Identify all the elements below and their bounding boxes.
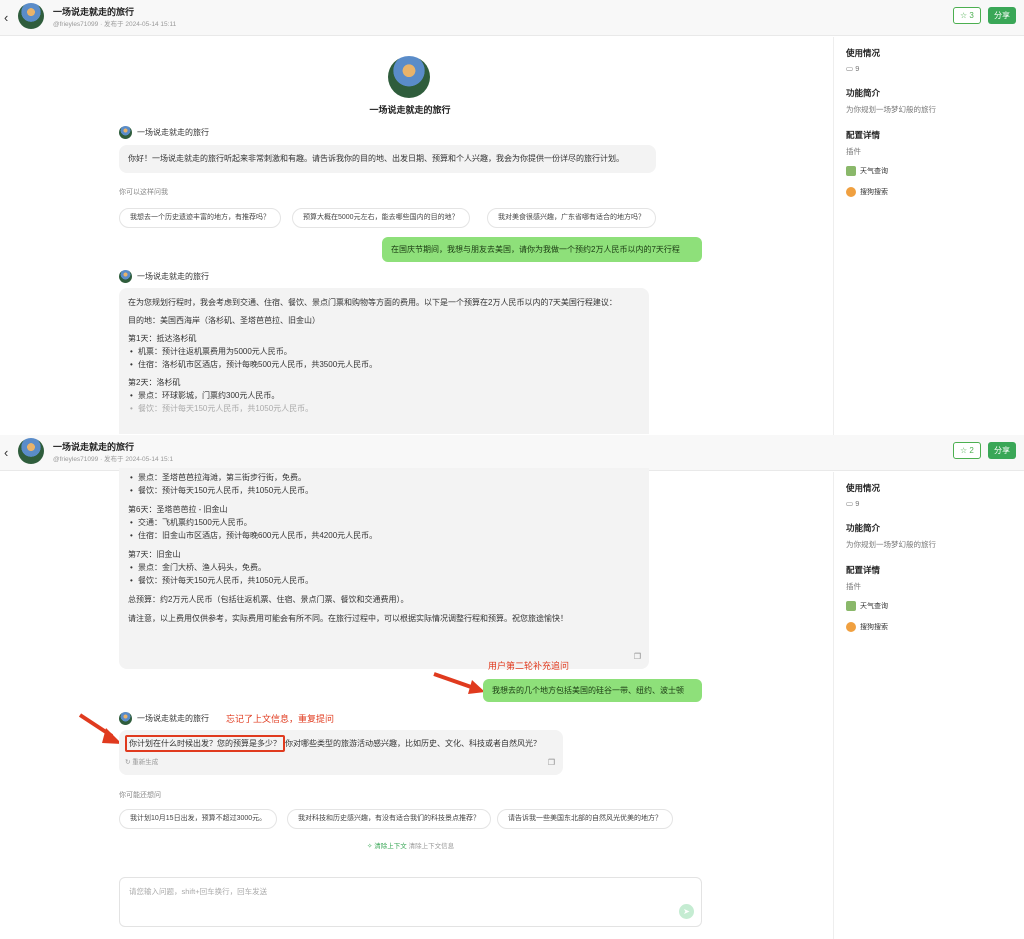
plan-item: 餐饮：预计每天150元人民币，共1050元人民币。 [128, 574, 640, 587]
chat-icon: ▭ [846, 64, 854, 73]
plan-item: 景点：金门大桥、渔人码头，免费。 [128, 561, 640, 574]
bot-name: 一场说走就走的旅行 [119, 126, 209, 139]
suggestion-chip[interactable]: 我对美食很感兴趣，广东省哪有适合的地方吗？ [487, 208, 656, 228]
config-title: 配置详情 [846, 130, 881, 140]
plan-day: 第2天：洛杉矶 [128, 378, 181, 387]
copy-icon[interactable]: ❐ [548, 756, 555, 769]
bot-title: 一场说走就走的旅行 [369, 105, 451, 115]
reply-rest: 你对哪些类型的旅游活动感兴趣，比如历史、文化、科技或者自然风光？ [285, 739, 541, 748]
intro-text: 为你规划一场梦幻般的旅行 [846, 105, 936, 114]
header-bottom: ‹ 一场说走就走的旅行 @frieyles71099 · 发布于 2024-05… [0, 435, 1024, 471]
weather-icon [846, 165, 856, 176]
annotation-arrow [433, 672, 485, 694]
bot-avatar [119, 712, 132, 725]
star-icon: ☆ [960, 446, 968, 455]
chat-input-box[interactable]: 请您输入问题，shift+回车换行，回车发送 ➤ [119, 877, 702, 927]
star-icon: ☆ [960, 11, 968, 20]
plan-item: 交通：飞机票约1500元人民币。 [128, 516, 640, 529]
suggest-label: 你可能还想问 [119, 792, 161, 799]
plan-item: 机票：预计往返机票费用为5000元人民币。 [128, 345, 640, 358]
back-icon[interactable]: ‹ [4, 445, 8, 460]
back-icon[interactable]: ‹ [4, 10, 8, 25]
share-button[interactable]: 分享 [988, 7, 1016, 24]
plan-item: 餐饮：预计每天150元人民币，共1050元人民币。 [128, 402, 640, 415]
usage-title: 使用情况 [846, 483, 881, 493]
plan-day: 第7天：旧金山 [128, 550, 181, 559]
intro-title: 功能简介 [846, 88, 881, 98]
reply-highlight: 你计划在什么时候出发？您的预算是多少？ [125, 735, 285, 752]
plan-day: 第1天：抵达洛杉矶 [128, 334, 197, 343]
suggestion-chip[interactable]: 我想去一个历史遗迹丰富的地方，有推荐吗？ [119, 208, 281, 228]
plugin-sogou[interactable]: 搜狗搜索 [846, 619, 1024, 634]
plugins-label: 插件 [846, 582, 861, 591]
suggestion-chip[interactable]: 我对科技和历史感兴趣，有没有适合我们的科技景点推荐？ [287, 809, 491, 829]
star-button[interactable]: ☆ 2 [953, 442, 981, 459]
annotation-followup: 用户第二轮补充追问 [488, 661, 570, 671]
greeting-message: 你好！一场说走就走的旅行听起来非常刺激和有趣。请告诉我你的目的地、出发日期、预算… [119, 145, 656, 173]
config-title: 配置详情 [846, 565, 881, 575]
annotation-forgot: 忘记了上文信息，重复提问 [226, 714, 335, 724]
share-button[interactable]: 分享 [988, 442, 1016, 459]
sidebar-top: 使用情况 ▭ 9 功能简介 为你规划一场梦幻般的旅行 配置详情 插件 天气查询 … [833, 37, 1024, 435]
copy-icon[interactable]: ❐ [634, 650, 641, 663]
plugin-sogou[interactable]: 搜狗搜索 [846, 184, 1024, 199]
usage-title: 使用情况 [846, 48, 881, 58]
bot-name: 一场说走就走的旅行 [119, 712, 209, 725]
plan-day: 第6天：圣塔芭芭拉 - 旧金山 [128, 505, 228, 514]
avatar [18, 438, 44, 464]
sogou-icon [846, 186, 856, 197]
sogou-icon [846, 621, 856, 632]
plan-item: 景点：环球影城，门票约300元人民币。 [128, 389, 640, 402]
sidebar-bottom: 使用情况 ▭ 9 功能简介 为你规划一场梦幻般的旅行 配置详情 插件 天气查询 … [833, 472, 1024, 939]
suggestion-chip[interactable]: 请告诉我一些美国东北部的自然风光优美的地方？ [497, 809, 673, 829]
bot-avatar [119, 270, 132, 283]
star-button[interactable]: ☆ 3 [953, 7, 981, 24]
chat-icon: ▭ [846, 499, 854, 508]
send-button[interactable]: ➤ [679, 904, 694, 919]
page-title: 一场说走就走的旅行 [53, 7, 135, 17]
plan-note: 请注意，以上费用仅供参考，实际费用可能会有所不同。在旅行过程中，可以根据实际情况… [128, 614, 568, 623]
user-message: 我想去的几个地方包括美国的硅谷一带、纽约、波士顿 [483, 679, 702, 702]
plan-item: 住宿：旧金山市区酒店，预计每晚600元人民币，共4200元人民币。 [128, 529, 640, 542]
usage-count: ▭ 9 [846, 64, 860, 73]
plan-message-continued: 景点：圣塔芭芭拉海滩，第三街步行街，免费。 餐饮：预计每天150元人民币，共10… [119, 468, 649, 669]
author-meta: @frieyles71099 · 发布于 2024-05-14 15:11 [53, 21, 177, 28]
suggestion-chip[interactable]: 我计划10月15日出发，预算不超过3000元。 [119, 809, 278, 829]
plugin-weather[interactable]: 天气查询 [846, 598, 1024, 613]
intro-text: 为你规划一场梦幻般的旅行 [846, 540, 936, 549]
plan-item: 景点：圣塔芭芭拉海滩，第三街步行街，免费。 [128, 471, 640, 484]
intro-title: 功能简介 [846, 523, 881, 533]
header-top: ‹ 一场说走就走的旅行 @frieyles71099 · 发布于 2024-05… [0, 0, 1024, 36]
usage-count: ▭ 9 [846, 499, 860, 508]
bot-reply: 你计划在什么时候出发？您的预算是多少？ 你对哪些类型的旅游活动感兴趣，比如历史、文… [119, 730, 563, 775]
page-title: 一场说走就走的旅行 [53, 442, 135, 452]
user-message: 在国庆节期间，我想与朋友去美国，请你为我做一个预约2万人民币以内的7天行程 [382, 237, 702, 262]
plan-message: 在为您规划行程时，我会考虑到交通、住宿、餐饮、景点门票和购物等方面的费用。以下是… [119, 288, 649, 434]
regenerate-button[interactable]: ↻ 重新生成 [125, 756, 557, 769]
chat-input-placeholder: 请您输入问题，shift+回车换行，回车发送 [129, 887, 268, 896]
plan-item: 住宿：洛杉矶市区酒店，预计每晚500元人民币，共3500元人民币。 [128, 358, 640, 371]
suggest-label: 你可以这样问我 [119, 189, 168, 196]
avatar [18, 3, 44, 29]
suggestion-chip[interactable]: 预算大概在5000元左右，能去哪些国内的目的地？ [292, 208, 470, 228]
plan-intro: 在为您规划行程时，我会考虑到交通、住宿、餐饮、景点门票和购物等方面的费用。以下是… [128, 298, 617, 307]
bot-name: 一场说走就走的旅行 [119, 270, 209, 283]
weather-icon [846, 600, 856, 611]
plan-item: 餐饮：预计每天150元人民币，共1050元人民币。 [128, 484, 640, 497]
clear-context[interactable]: ✧ 清除上下文 清除上下文信息 [367, 840, 454, 850]
plan-total: 总预算：约2万元人民币（包括往返机票、住宿、景点门票、餐饮和交通费用）。 [128, 595, 409, 604]
broom-icon: ✧ [367, 843, 373, 850]
send-icon: ➤ [683, 907, 690, 916]
bot-avatar [119, 126, 132, 139]
plugins-label: 插件 [846, 147, 861, 156]
author-meta: @frieyles71099 · 发布于 2024-05-14 15:1 [53, 456, 174, 463]
plan-dest: 目的地：美国西海岸（洛杉矶、圣塔芭芭拉、旧金山） [128, 316, 320, 325]
plugin-weather[interactable]: 天气查询 [846, 163, 1024, 178]
bot-avatar-large [388, 56, 430, 98]
annotation-arrow [78, 713, 122, 744]
refresh-icon: ↻ [125, 759, 131, 766]
